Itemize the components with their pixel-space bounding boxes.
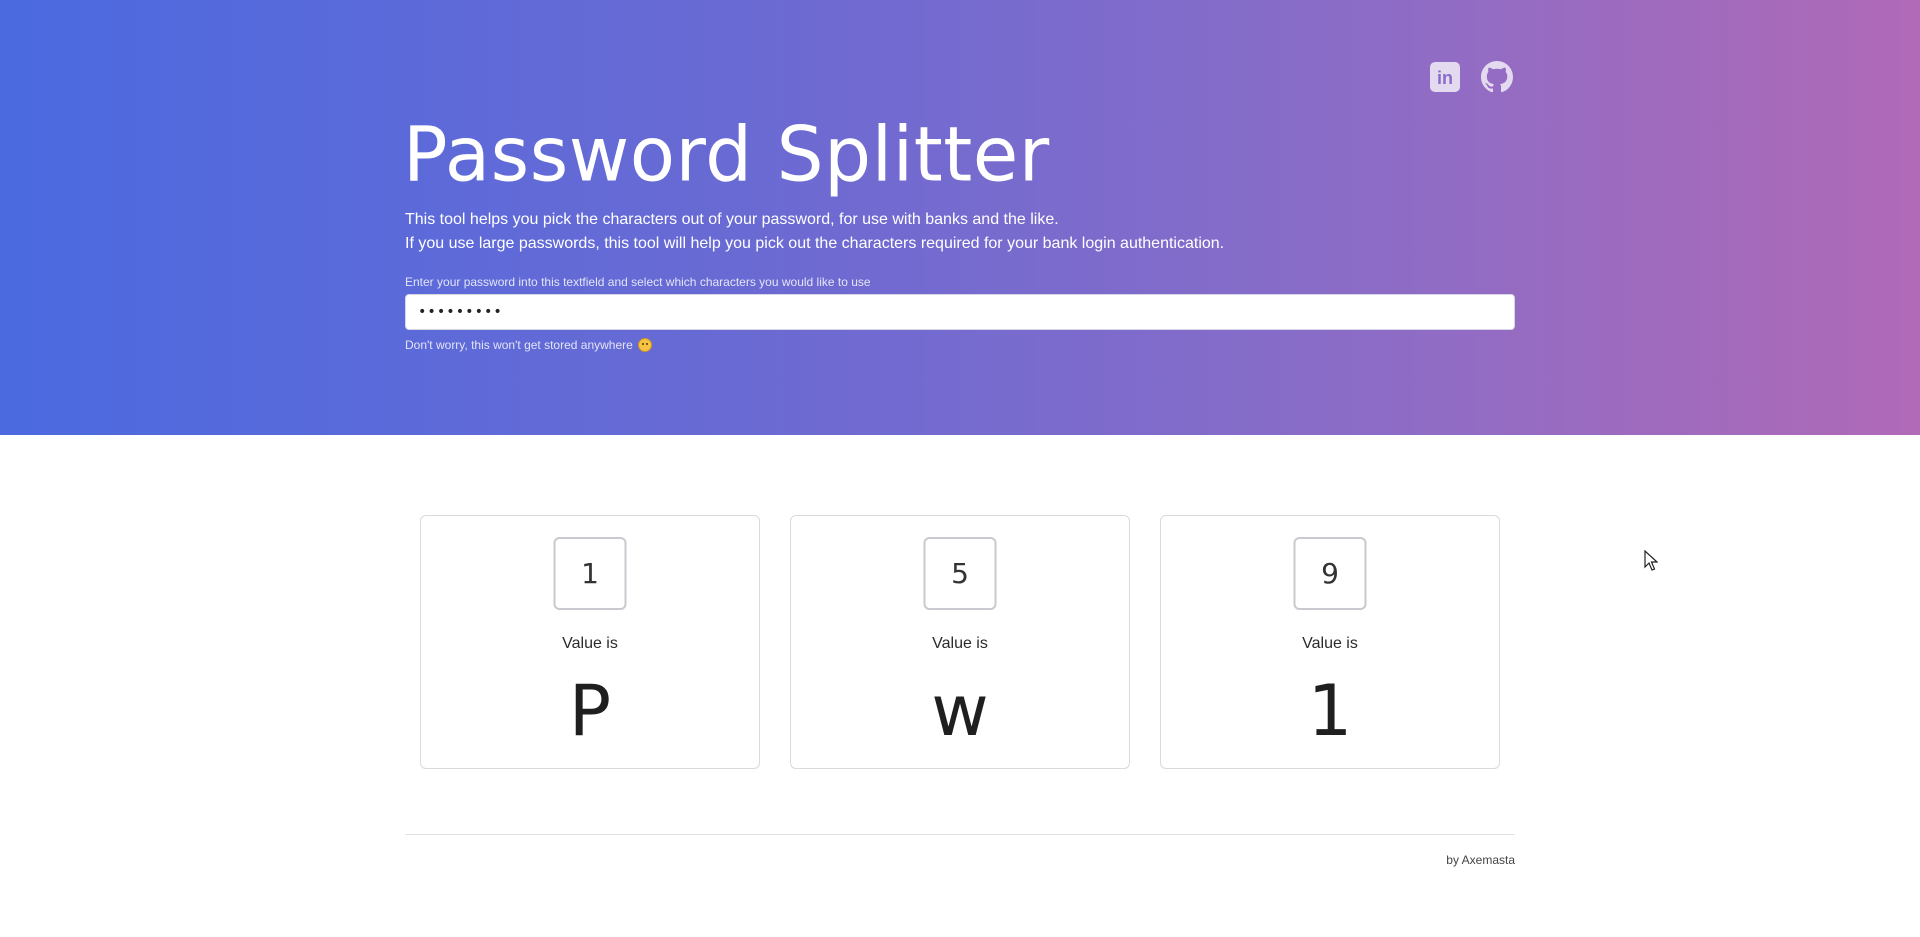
mouse-cursor-icon — [1644, 549, 1659, 577]
helper-text: Don't worry, this won't get stored anywh… — [405, 338, 633, 352]
hero-banner: in Password Splitter This tool helps you… — [0, 0, 1920, 435]
character-card: Value is 1 — [1160, 515, 1500, 769]
character-card: Value is w — [790, 515, 1130, 769]
page-title: Password Splitter — [403, 111, 1050, 199]
smile-emoji-icon — [637, 338, 652, 352]
helper-text-row: Don't worry, this won't get stored anywh… — [405, 338, 652, 352]
footer-credit: by Axemasta — [1446, 853, 1515, 867]
password-input-label: Enter your password into this textfield … — [405, 275, 871, 289]
description-line-1: This tool helps you pick the characters … — [405, 211, 1059, 228]
character-value: w — [931, 670, 989, 752]
character-card: Value is P — [420, 515, 760, 769]
svg-text:in: in — [1437, 68, 1453, 88]
github-icon[interactable] — [1480, 60, 1514, 94]
description-line-2: If you use large passwords, this tool wi… — [405, 235, 1225, 252]
value-label: Value is — [1302, 635, 1358, 652]
value-label: Value is — [932, 635, 988, 652]
character-cards: Value is P Value is w Value is 1 — [420, 515, 1500, 769]
position-input[interactable] — [1293, 537, 1367, 610]
description: This tool helps you pick the characters … — [405, 208, 1224, 256]
footer-divider — [405, 834, 1515, 835]
position-input[interactable] — [553, 537, 627, 610]
value-label: Value is — [562, 635, 618, 652]
social-links: in — [1428, 60, 1514, 94]
password-input[interactable] — [405, 294, 1515, 330]
character-value: P — [568, 670, 612, 752]
character-value: 1 — [1307, 670, 1353, 752]
position-input[interactable] — [923, 537, 997, 610]
linkedin-icon[interactable]: in — [1428, 60, 1462, 94]
